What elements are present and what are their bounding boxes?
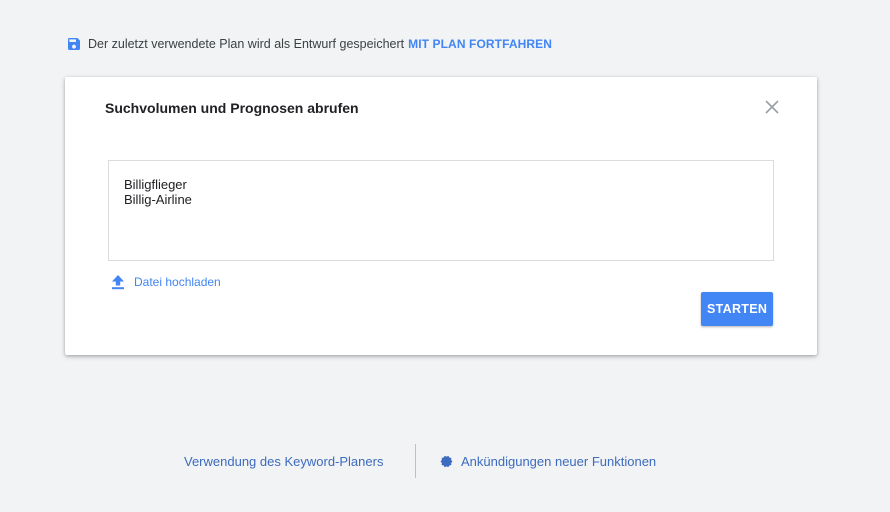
- save-icon: [66, 36, 82, 52]
- close-icon[interactable]: [763, 98, 781, 116]
- upload-file-link[interactable]: Datei hochladen: [111, 274, 221, 290]
- keyword-line: Billigflieger: [124, 177, 187, 192]
- feature-announcements-link[interactable]: Ankündigungen neuer Funktionen: [440, 454, 656, 469]
- keywords-input[interactable]: Billigflieger Billig-Airline: [108, 160, 774, 261]
- start-button[interactable]: STARTEN: [701, 292, 773, 326]
- dialog-title: Suchvolumen und Prognosen abrufen: [105, 100, 359, 116]
- continue-plan-link[interactable]: MIT PLAN FORTFAHREN: [408, 37, 552, 51]
- search-volume-dialog: Suchvolumen und Prognosen abrufen Billig…: [65, 77, 817, 355]
- upload-icon: [111, 274, 125, 290]
- keyword-planner-help-link[interactable]: Verwendung des Keyword-Planers: [184, 454, 383, 469]
- footer-divider: [415, 444, 416, 478]
- draft-notice: Der zuletzt verwendete Plan wird als Ent…: [66, 35, 552, 53]
- footer: Verwendung des Keyword-Planers Ankündigu…: [0, 444, 890, 478]
- draft-message: Der zuletzt verwendete Plan wird als Ent…: [88, 37, 405, 51]
- feature-announcements-label: Ankündigungen neuer Funktionen: [461, 454, 657, 469]
- upload-file-label: Datei hochladen: [134, 275, 221, 289]
- keyword-line: Billig-Airline: [124, 192, 192, 207]
- badge-icon: [440, 455, 453, 468]
